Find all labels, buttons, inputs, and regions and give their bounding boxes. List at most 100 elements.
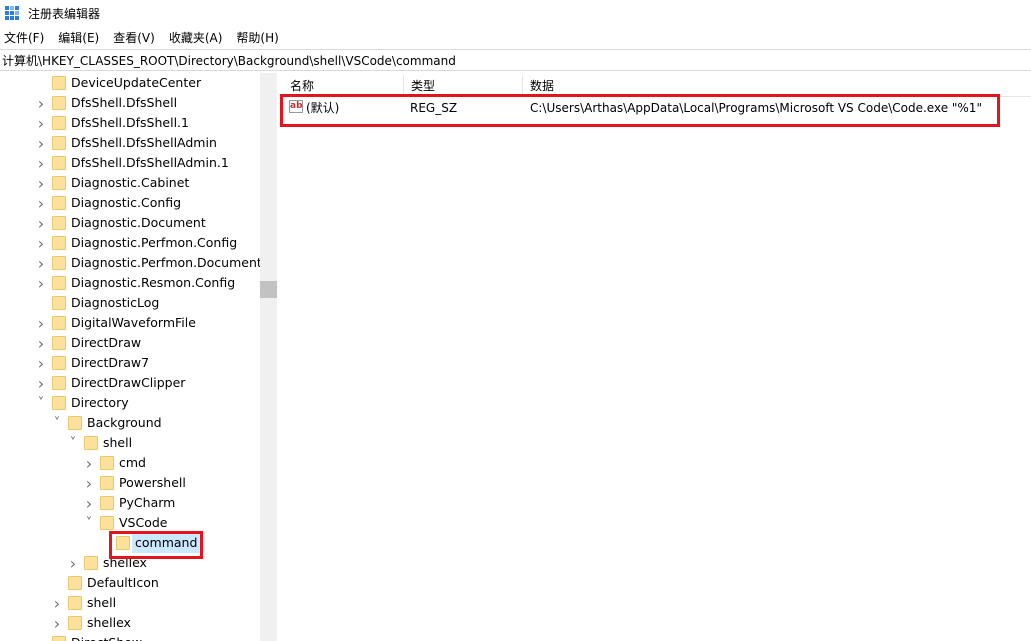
chevron-down-icon[interactable]: ˅: [36, 393, 46, 413]
chevron-right-icon[interactable]: ›: [36, 253, 46, 273]
values-pane[interactable]: 名称 类型 数据 ab (默认) REG_SZ C:\Users\Arthas\…: [283, 73, 1031, 641]
folder-icon: [52, 296, 66, 310]
tree-item-label: DeviceUpdateCenter: [71, 75, 202, 90]
chevron-right-icon[interactable]: ›: [36, 273, 46, 293]
menu-help[interactable]: 帮助(H): [232, 28, 283, 48]
tree-item[interactable]: › DirectDraw7: [0, 353, 260, 373]
tree-item[interactable]: › DirectDrawClipper: [0, 373, 260, 393]
tree-item-label: Diagnostic.Config: [71, 195, 182, 210]
tree-item[interactable]: DefaultIcon: [0, 573, 260, 593]
chevron-right-icon[interactable]: ›: [36, 133, 46, 153]
tree-item[interactable]: › DfsShell.DfsShell.1: [0, 113, 260, 133]
chevron-right-icon[interactable]: ›: [36, 153, 46, 173]
chevron-right-icon[interactable]: ›: [68, 553, 78, 573]
chevron-right-icon[interactable]: ›: [36, 333, 46, 353]
tree-item-label: shellex: [87, 615, 131, 630]
chevron-right-icon[interactable]: ›: [36, 633, 46, 641]
menu-view[interactable]: 查看(V): [109, 28, 160, 48]
tree-item[interactable]: › Diagnostic.Config: [0, 193, 260, 213]
tree-item[interactable]: DiagnosticLog: [0, 293, 260, 313]
tree-item-label: PyCharm: [119, 495, 176, 510]
chevron-right-icon[interactable]: ›: [36, 193, 46, 213]
chevron-right-icon[interactable]: ›: [36, 213, 46, 233]
tree-item[interactable]: › DirectDraw: [0, 333, 260, 353]
chevron-right-icon[interactable]: ›: [36, 313, 46, 333]
chevron-right-icon[interactable]: ›: [36, 113, 46, 133]
tree-item[interactable]: ˅ Background: [0, 413, 260, 433]
folder-icon: [52, 156, 66, 170]
tree-item[interactable]: › Diagnostic.Document: [0, 213, 260, 233]
tree-item-label: DirectDraw: [71, 335, 142, 350]
folder-icon: [52, 216, 66, 230]
tree-item[interactable]: › shellex: [0, 613, 260, 633]
tree-item[interactable]: › DfsShell.DfsShellAdmin: [0, 133, 260, 153]
chevron-right-icon[interactable]: ›: [84, 453, 94, 473]
tree-item[interactable]: › Diagnostic.Resmon.Config: [0, 273, 260, 293]
tree-scrollbar-thumb[interactable]: [260, 281, 277, 298]
tree-item[interactable]: › PyCharm: [0, 493, 260, 513]
address-path[interactable]: 计算机\HKEY_CLASSES_ROOT\Directory\Backgrou…: [2, 52, 456, 69]
folder-icon: [52, 336, 66, 350]
menu-edit[interactable]: 编辑(E): [54, 28, 104, 48]
folder-icon: [68, 416, 82, 430]
tree-item-label: Diagnostic.Perfmon.Document: [71, 255, 262, 270]
tree-item[interactable]: › Diagnostic.Cabinet: [0, 173, 260, 193]
tree-item-label: cmd: [119, 455, 146, 470]
chevron-right-icon[interactable]: ›: [36, 93, 46, 113]
chevron-right-icon[interactable]: ›: [36, 173, 46, 193]
tree-item[interactable]: › DfsShell.DfsShellAdmin.1: [0, 153, 260, 173]
folder-icon: [100, 516, 114, 530]
tree-item[interactable]: › DfsShell.DfsShell: [0, 93, 260, 113]
chevron-right-icon[interactable]: ›: [36, 233, 46, 253]
tree-item-label: DirectShow: [71, 633, 142, 641]
tree-item-label: Background: [87, 415, 162, 430]
tree-item[interactable]: › shell: [0, 593, 260, 613]
tree-item-label: Powershell: [119, 475, 186, 490]
tree-item[interactable]: › Diagnostic.Perfmon.Document: [0, 253, 262, 273]
chevron-down-icon[interactable]: ˅: [68, 433, 78, 453]
folder-icon: [52, 136, 66, 150]
chevron-right-icon[interactable]: ›: [52, 613, 62, 633]
tree-item[interactable]: ˅ shell: [0, 433, 260, 453]
command-key-highlight: [109, 531, 203, 559]
folder-icon: [52, 256, 66, 270]
tree-item[interactable]: › DigitalWaveformFile: [0, 313, 260, 333]
tree-item-label: DirectDrawClipper: [71, 375, 186, 390]
tree-item-label: DfsShell.DfsShell.1: [71, 115, 189, 130]
menu-favorites[interactable]: 收藏夹(A): [165, 28, 228, 48]
folder-icon: [52, 356, 66, 370]
folder-icon: [52, 396, 66, 410]
menu-bar: 文件(F) 编辑(E) 查看(V) 收藏夹(A) 帮助(H): [0, 28, 1031, 48]
tree-item[interactable]: ˅ Directory: [0, 393, 260, 413]
tree-item-label: Diagnostic.Resmon.Config: [71, 275, 236, 290]
chevron-right-icon[interactable]: ›: [84, 493, 94, 513]
tree-item[interactable]: › DirectShow: [0, 633, 260, 641]
tree-item[interactable]: › Diagnostic.Perfmon.Config: [0, 233, 260, 253]
chevron-right-icon[interactable]: ›: [36, 373, 46, 393]
tree-item-label: Directory: [71, 395, 129, 410]
tree-item[interactable]: › Powershell: [0, 473, 260, 493]
value-row-highlight: [280, 94, 1000, 127]
address-bar[interactable]: 计算机\HKEY_CLASSES_ROOT\Directory\Backgrou…: [0, 49, 1031, 71]
folder-icon: [52, 196, 66, 210]
tree-item[interactable]: › cmd: [0, 453, 260, 473]
chevron-right-icon[interactable]: ›: [36, 353, 46, 373]
tree-item[interactable]: ˅ VSCode: [0, 513, 260, 533]
chevron-down-icon[interactable]: ˅: [52, 413, 62, 433]
chevron-down-icon[interactable]: ˅: [84, 513, 94, 533]
folder-icon: [52, 236, 66, 250]
folder-icon: [52, 316, 66, 330]
chevron-right-icon[interactable]: ›: [84, 473, 94, 493]
title-bar: 注册表编辑器: [0, 0, 1031, 27]
folder-icon: [52, 636, 66, 641]
chevron-right-icon[interactable]: ›: [52, 593, 62, 613]
menu-file[interactable]: 文件(F): [0, 28, 49, 48]
tree-scrollbar[interactable]: [260, 73, 277, 641]
folder-icon: [100, 456, 114, 470]
folder-icon: [68, 616, 82, 630]
tree-item-label: shell: [103, 435, 133, 450]
tree-item-label: Diagnostic.Document: [71, 215, 206, 230]
tree-item[interactable]: DeviceUpdateCenter: [0, 73, 260, 93]
folder-icon: [100, 496, 114, 510]
folder-icon: [52, 116, 66, 130]
